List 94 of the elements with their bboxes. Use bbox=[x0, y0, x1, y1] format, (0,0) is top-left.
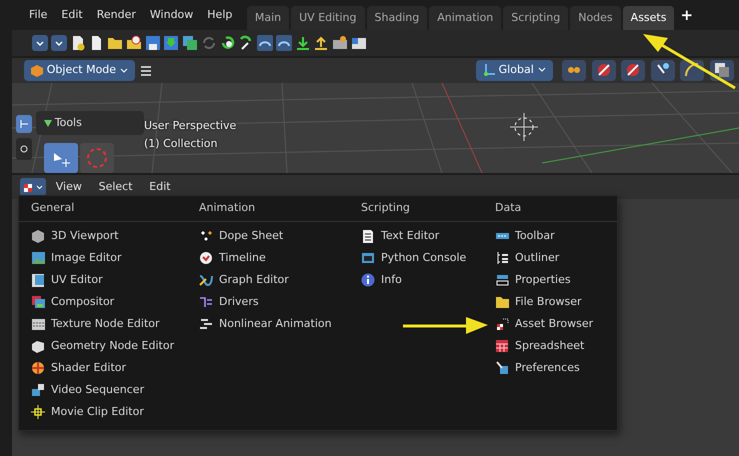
column-heading: Data bbox=[495, 200, 522, 216]
layers-icon bbox=[31, 294, 45, 309]
menu-item[interactable]: View bbox=[48, 178, 89, 196]
document-icon bbox=[361, 228, 375, 243]
texture-icon bbox=[31, 316, 45, 331]
cube-icon bbox=[31, 228, 45, 243]
view-name: User Perspective bbox=[144, 118, 236, 134]
toolbar-dropdown[interactable] bbox=[592, 60, 616, 81]
menu-item[interactable]: Movie Clip Editor bbox=[31, 400, 174, 423]
clock-icon bbox=[199, 250, 213, 265]
menu-item[interactable]: Preferences bbox=[495, 356, 594, 379]
workspace-tab[interactable]: Scripting bbox=[503, 6, 568, 30]
menu-item[interactable]: Edit bbox=[142, 178, 178, 196]
curve-icon bbox=[199, 272, 213, 287]
menu-item[interactable]: Info bbox=[361, 268, 466, 291]
menu-item[interactable]: File bbox=[22, 6, 54, 24]
column-heading: Animation bbox=[199, 200, 256, 216]
menu-item[interactable]: Edit bbox=[54, 6, 90, 24]
toolbar-dropdown[interactable] bbox=[650, 60, 674, 81]
circle-tool-icon[interactable] bbox=[16, 138, 32, 160]
cube-icon bbox=[30, 64, 44, 78]
collection-name: (1) Collection bbox=[144, 136, 218, 152]
outliner-icon bbox=[495, 250, 509, 265]
preferences-icon bbox=[495, 360, 509, 375]
upload-icon[interactable] bbox=[313, 35, 330, 51]
tools-panel-header[interactable]: Tools bbox=[36, 111, 144, 135]
tool-toggle-icon[interactable] bbox=[16, 115, 32, 133]
workspace-tab[interactable]: Shading bbox=[366, 6, 428, 30]
menu-item[interactable]: Outliner bbox=[495, 246, 594, 269]
menu-item[interactable]: Text Editor bbox=[361, 224, 466, 247]
axes-icon bbox=[482, 63, 496, 78]
editor-type-button-icon[interactable] bbox=[20, 178, 46, 196]
workspace-tab[interactable]: Main bbox=[246, 6, 290, 30]
spreadsheet-icon bbox=[495, 338, 509, 353]
folder-icon bbox=[495, 294, 509, 309]
menu-item[interactable]: Drivers bbox=[199, 290, 332, 313]
menu-item[interactable]: Compositor bbox=[31, 290, 174, 313]
chevron-down-icon bbox=[118, 66, 129, 76]
undo-icon[interactable] bbox=[220, 35, 236, 51]
overlay-icon bbox=[714, 62, 730, 78]
drivers-icon bbox=[199, 294, 213, 309]
menu-item[interactable]: Video Sequencer bbox=[31, 378, 174, 401]
menu-item[interactable]: Python Console bbox=[361, 246, 466, 269]
column-heading: Scripting bbox=[361, 200, 411, 216]
menu-item[interactable]: Timeline bbox=[199, 246, 332, 269]
triangle-down-icon bbox=[44, 119, 52, 127]
cube-icon bbox=[31, 338, 45, 353]
floppy-disk-icon[interactable] bbox=[182, 35, 198, 51]
chevron-down-icon[interactable] bbox=[32, 35, 48, 51]
menu-item[interactable]: Toolbar bbox=[495, 224, 594, 247]
properties-icon bbox=[495, 272, 509, 287]
column-heading: General bbox=[31, 200, 76, 216]
menu-item[interactable]: Properties bbox=[495, 268, 594, 291]
keyframe-icon bbox=[199, 228, 213, 243]
no-entry-icon bbox=[625, 62, 641, 78]
toolbar-dropdown[interactable] bbox=[562, 60, 586, 81]
info-icon bbox=[361, 272, 375, 287]
menu-item[interactable]: UV Editor bbox=[31, 268, 174, 291]
menu-item[interactable]: File Browser bbox=[495, 290, 594, 313]
strips-icon bbox=[199, 316, 213, 331]
curve-icon bbox=[684, 62, 700, 78]
menu-item[interactable]: Nonlinear Animation bbox=[199, 312, 332, 335]
menu-item[interactable]: Dope Sheet bbox=[199, 224, 332, 247]
image-icon bbox=[31, 250, 45, 265]
menu-item[interactable]: 3D Viewport bbox=[31, 224, 174, 247]
chevron-down-icon[interactable] bbox=[50, 35, 67, 51]
select-tool-icon[interactable] bbox=[44, 143, 78, 173]
workspace-tab[interactable]: Nodes bbox=[570, 6, 621, 30]
add-workspace-button[interactable]: + bbox=[674, 4, 700, 26]
menu-item[interactable]: Texture Node Editor bbox=[31, 312, 174, 335]
menu-item[interactable]: Window bbox=[142, 6, 200, 24]
console-icon bbox=[361, 250, 375, 265]
menu-item[interactable]: Geometry Node Editor bbox=[31, 334, 174, 357]
workspace-tab[interactable]: UV Editing bbox=[291, 6, 365, 30]
menu-item[interactable]: Render bbox=[90, 6, 143, 24]
menu-item[interactable]: Help bbox=[200, 6, 240, 24]
toolbar-dropdown[interactable] bbox=[621, 60, 645, 81]
crosshair-icon bbox=[31, 404, 45, 419]
folder-icon[interactable] bbox=[107, 35, 123, 51]
menu-item[interactable]: Asset Browser bbox=[495, 312, 594, 335]
menu-item[interactable]: Image Editor bbox=[31, 246, 174, 269]
menu-item[interactable]: Shader Editor bbox=[31, 356, 174, 379]
workspace-tab[interactable]: Assets bbox=[622, 6, 674, 30]
workspace-tab[interactable]: Animation bbox=[429, 6, 502, 30]
toolbar-dropdown[interactable] bbox=[710, 60, 734, 81]
folder-icon[interactable] bbox=[126, 35, 142, 51]
orientation-dropdown[interactable]: Global bbox=[476, 60, 552, 81]
menu-item[interactable]: Spreadsheet bbox=[495, 334, 594, 357]
menu-icon[interactable] bbox=[140, 64, 152, 76]
download-icon[interactable] bbox=[294, 35, 310, 51]
menu-item[interactable]: Select bbox=[92, 178, 140, 196]
mode-dropdown[interactable]: Object Mode bbox=[24, 60, 135, 81]
sphere-icon bbox=[31, 360, 45, 375]
menu-item[interactable]: Graph Editor bbox=[199, 268, 332, 291]
